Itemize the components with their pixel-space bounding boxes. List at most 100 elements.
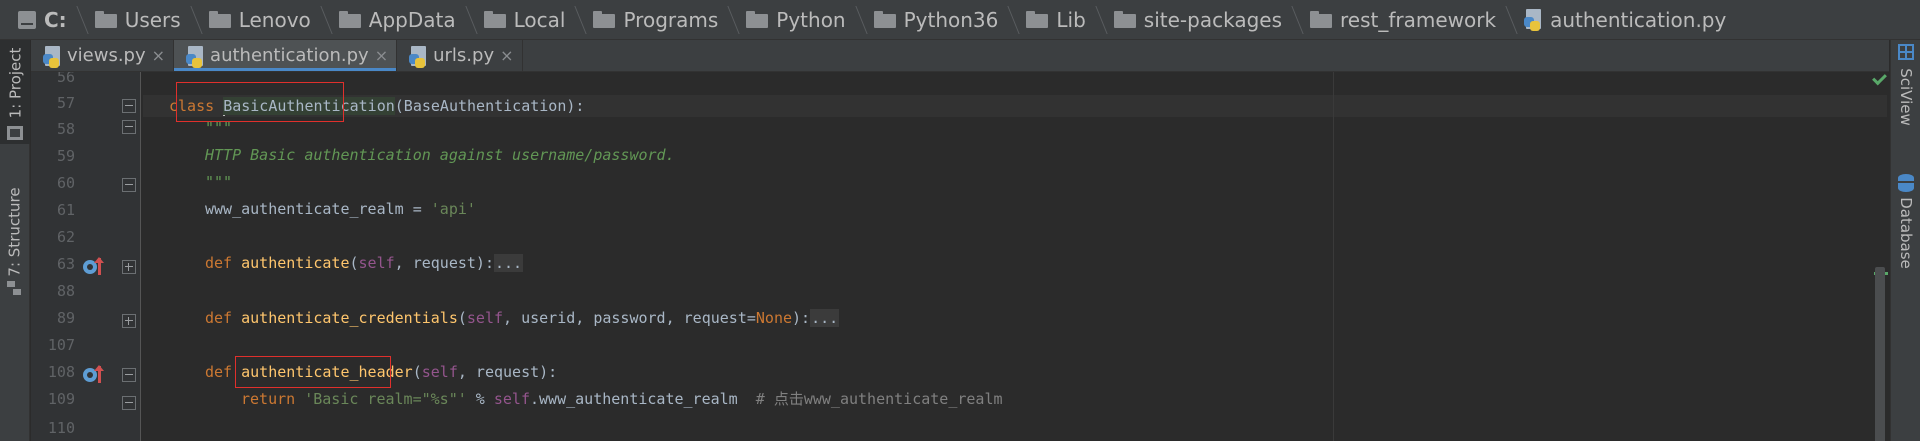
string-literal: 'api' bbox=[430, 200, 476, 218]
string-literal: 'Basic realm="%s"' bbox=[304, 390, 467, 408]
breadcrumb-item-lenovo[interactable]: Lenovo bbox=[199, 0, 329, 39]
tool-tab-label: SciView bbox=[1897, 68, 1916, 126]
code-line-63: def authenticate(self, request):... bbox=[205, 252, 524, 274]
tool-tab-structure[interactable]: 7: Structure bbox=[0, 186, 30, 296]
breadcrumb-item-python[interactable]: Python bbox=[736, 0, 863, 39]
line-number: 57 bbox=[56, 94, 75, 112]
folder-icon bbox=[746, 11, 769, 28]
sciview-icon bbox=[1898, 44, 1914, 60]
breadcrumb-label: Users bbox=[124, 7, 181, 32]
line-number: 88 bbox=[56, 282, 75, 300]
breadcrumb-item-site-packages[interactable]: site-packages bbox=[1104, 0, 1300, 39]
python-file-icon bbox=[43, 45, 61, 68]
code-comment: # 点击www_authenticate_realm bbox=[737, 390, 1003, 408]
code-text: ( bbox=[457, 309, 467, 327]
tool-tab-label: 7: Structure bbox=[6, 187, 24, 277]
fold-collapse-icon[interactable] bbox=[122, 368, 136, 382]
close-icon[interactable]: × bbox=[152, 46, 165, 65]
code-text: , request): bbox=[457, 363, 558, 381]
editor-tab-bar: views.py × authentication.py × urls.py × bbox=[31, 40, 1889, 72]
folder-icon bbox=[1113, 11, 1136, 28]
breadcrumb-label: Python bbox=[776, 7, 846, 32]
breadcrumb-item-local[interactable]: Local bbox=[474, 0, 584, 39]
folded-code-placeholder[interactable]: ... bbox=[810, 309, 840, 327]
tool-tab-label: 1: Project bbox=[6, 47, 24, 119]
code-line-59: HTTP Basic authentication against userna… bbox=[205, 146, 675, 164]
right-tool-strip: SciView Database bbox=[1890, 40, 1920, 441]
breadcrumb-item-appdata[interactable]: AppData bbox=[329, 0, 474, 39]
code-text: (BaseAuthentication): bbox=[394, 97, 585, 115]
line-number: 63 bbox=[56, 255, 75, 273]
drive-icon bbox=[18, 10, 36, 29]
breadcrumb-label: rest_framework bbox=[1340, 7, 1497, 32]
code-text: % bbox=[466, 390, 494, 408]
python-file-icon bbox=[1524, 8, 1544, 31]
breadcrumb-item-drive[interactable]: C: bbox=[8, 0, 85, 39]
code-editor[interactable]: 56 57 58 59 60 61 62 63 88 89 107 108 10… bbox=[31, 72, 1889, 441]
breadcrumb-item-rest-framework[interactable]: rest_framework bbox=[1300, 0, 1514, 39]
close-icon[interactable]: × bbox=[375, 46, 388, 65]
fold-collapse-icon[interactable] bbox=[122, 99, 136, 113]
code-text: ( bbox=[412, 363, 422, 381]
fold-collapse-icon[interactable] bbox=[122, 178, 136, 192]
breadcrumb-label: site-packages bbox=[1143, 7, 1282, 32]
folder-icon bbox=[593, 11, 616, 28]
code-text: ( bbox=[349, 254, 359, 272]
function-name: authenticate bbox=[241, 254, 350, 272]
breadcrumb-item-python36[interactable]: Python36 bbox=[864, 0, 1017, 39]
code-text: .www_authenticate_realm bbox=[530, 390, 738, 408]
editor-tab-label: authentication.py bbox=[210, 45, 369, 66]
breadcrumb-item-authentication-py[interactable]: authentication.py bbox=[1514, 0, 1744, 39]
folder-icon bbox=[94, 11, 117, 28]
breadcrumb-label: C: bbox=[44, 7, 67, 32]
editor-tab-views-py[interactable]: views.py × bbox=[31, 40, 175, 71]
fold-expand-icon[interactable] bbox=[122, 260, 136, 274]
code-text: , request): bbox=[394, 254, 494, 272]
overrides-method-icon[interactable] bbox=[83, 365, 107, 384]
code-line-89: def authenticate_credentials(self, useri… bbox=[205, 307, 840, 329]
line-number: 58 bbox=[56, 120, 75, 138]
breadcrumb-item-users[interactable]: Users bbox=[85, 0, 199, 39]
fold-collapse-icon[interactable] bbox=[122, 396, 136, 410]
editor-tab-urls-py[interactable]: urls.py × bbox=[397, 40, 523, 71]
vertical-scrollbar[interactable] bbox=[1873, 72, 1889, 441]
right-margin-guide bbox=[1333, 72, 1334, 441]
line-number: 89 bbox=[56, 309, 75, 327]
function-name: authenticate_credentials bbox=[241, 309, 458, 327]
code-line-109: return 'Basic realm="%s"' % self.www_aut… bbox=[241, 388, 1003, 410]
keyword: None bbox=[755, 309, 793, 327]
close-icon[interactable]: × bbox=[500, 46, 513, 65]
editor-tab-authentication-py[interactable]: authentication.py × bbox=[174, 40, 398, 71]
breadcrumb-item-lib[interactable]: Lib bbox=[1016, 0, 1103, 39]
folded-code-placeholder[interactable]: ... bbox=[494, 254, 524, 272]
fold-collapse-icon[interactable] bbox=[122, 120, 136, 134]
overrides-method-icon[interactable] bbox=[83, 257, 107, 276]
project-icon bbox=[7, 126, 23, 140]
breadcrumb-label: Programs bbox=[623, 7, 719, 32]
code-area[interactable]: class BasicAuthentication(BaseAuthentica… bbox=[143, 72, 1889, 441]
fold-expand-icon[interactable] bbox=[122, 314, 136, 328]
folder-icon bbox=[1026, 11, 1049, 28]
keyword: def bbox=[205, 254, 242, 272]
tool-tab-label: Database bbox=[1897, 197, 1916, 269]
breadcrumb-label: AppData bbox=[368, 7, 456, 32]
code-text: ): bbox=[792, 309, 811, 327]
tool-tab-sciview[interactable]: SciView bbox=[1891, 44, 1920, 144]
editor-gutter: 56 57 58 59 60 61 62 63 88 89 107 108 10… bbox=[31, 72, 141, 441]
editor-tab-label: views.py bbox=[67, 45, 146, 66]
python-file-icon bbox=[409, 45, 427, 68]
line-number: 60 bbox=[56, 174, 75, 192]
scrollbar-thumb[interactable] bbox=[1875, 267, 1885, 441]
self-param: self bbox=[493, 390, 530, 408]
line-number: 56 bbox=[56, 72, 75, 86]
inspection-ok-icon[interactable] bbox=[1872, 72, 1886, 84]
code-line-60: """ bbox=[205, 173, 233, 191]
breadcrumb: C: Users Lenovo AppData Local Programs P… bbox=[0, 0, 1920, 40]
keyword: def bbox=[205, 309, 242, 327]
folder-icon bbox=[873, 11, 896, 28]
tool-tab-database[interactable]: Database bbox=[1891, 174, 1920, 284]
line-number: 110 bbox=[47, 419, 75, 437]
breadcrumb-item-programs[interactable]: Programs bbox=[583, 0, 736, 39]
breadcrumb-label: Local bbox=[513, 7, 566, 32]
tool-tab-project[interactable]: 1: Project bbox=[0, 40, 30, 144]
